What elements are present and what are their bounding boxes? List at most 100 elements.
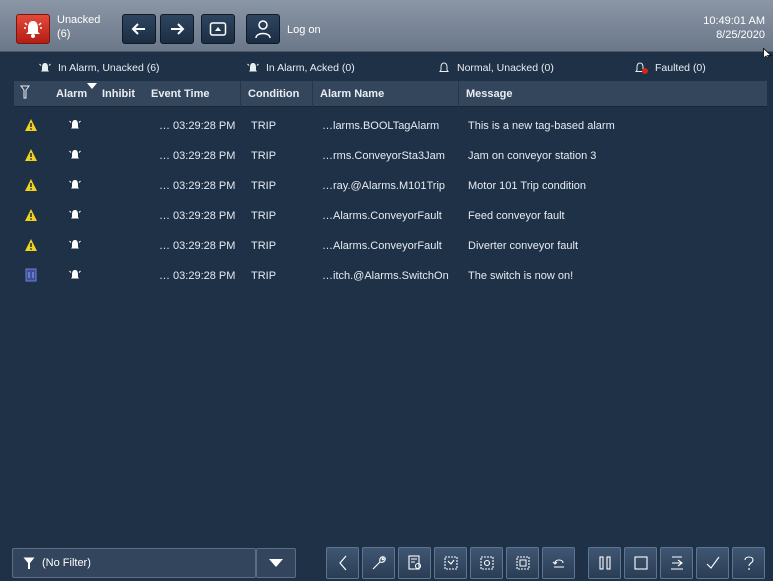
unacked-label: Unacked bbox=[57, 14, 101, 26]
settings-button[interactable] bbox=[362, 547, 395, 579]
column-inhibit[interactable]: Inhibit bbox=[102, 88, 135, 100]
details-button[interactable] bbox=[398, 547, 431, 579]
event-time: … 03:29:28 PM bbox=[159, 240, 236, 252]
column-alarm-name[interactable]: Alarm Name bbox=[320, 88, 384, 100]
shelve-button[interactable] bbox=[660, 547, 693, 579]
info-severity-icon bbox=[25, 268, 37, 282]
alarm-row[interactable]: … 03:29:28 PM TRIP …Alarms.ConveyorFault… bbox=[14, 231, 767, 261]
bell-acked-icon bbox=[247, 63, 259, 72]
warning-triangle-icon bbox=[25, 149, 37, 161]
arrow-left-icon bbox=[131, 23, 145, 35]
select-all-icon bbox=[515, 556, 530, 570]
chevron-down-icon bbox=[269, 559, 283, 567]
bell-alarm-icon bbox=[69, 270, 81, 279]
event-time: … 03:29:28 PM bbox=[159, 270, 236, 282]
wrench-icon bbox=[372, 556, 386, 570]
condition: TRIP bbox=[251, 210, 277, 222]
column-divider bbox=[240, 81, 241, 107]
unacked-number: (6) bbox=[57, 28, 71, 40]
display-button[interactable] bbox=[201, 14, 235, 44]
summary-normal-unacked-label: Normal, Unacked (0) bbox=[457, 62, 554, 74]
alarm-row[interactable]: … 03:29:28 PM TRIP …Alarms.ConveyorFault… bbox=[14, 201, 767, 231]
column-message[interactable]: Message bbox=[466, 88, 512, 100]
alarm-row[interactable]: … 03:29:28 PM TRIP …ray.@Alarms.M101Trip… bbox=[14, 171, 767, 201]
previous-page-button[interactable] bbox=[326, 547, 359, 579]
arrow-right-icon bbox=[171, 23, 185, 35]
bell-unacked-icon bbox=[39, 63, 51, 72]
condition: TRIP bbox=[251, 150, 277, 162]
event-time: … 03:29:28 PM bbox=[159, 180, 236, 192]
message: Feed conveyor fault bbox=[468, 210, 565, 222]
acknowledge-button[interactable] bbox=[696, 547, 729, 579]
warning-triangle-icon bbox=[25, 179, 37, 191]
filter-column-icon[interactable] bbox=[20, 85, 30, 99]
alarm-list: … 03:29:28 PM TRIP …larms.BOOLTagAlarm T… bbox=[14, 111, 767, 291]
acknowledge-selected-button[interactable] bbox=[434, 547, 467, 579]
summary-in-alarm-acked[interactable]: In Alarm, Acked (0) bbox=[246, 61, 355, 75]
alarm-name: …ray.@Alarms.M101Trip bbox=[322, 180, 446, 192]
pause-icon bbox=[598, 556, 611, 570]
condition: TRIP bbox=[251, 120, 277, 132]
summary-in-alarm-acked-label: In Alarm, Acked (0) bbox=[266, 62, 355, 74]
column-event-time[interactable]: Event Time bbox=[151, 88, 210, 100]
condition: TRIP bbox=[251, 240, 277, 252]
alarm-name: …Alarms.ConveyorFault bbox=[322, 210, 442, 222]
column-alarm[interactable]: Alarm bbox=[56, 88, 87, 100]
bell-alarm-icon bbox=[69, 240, 81, 249]
footer-toolbar: (No Filter) bbox=[0, 542, 773, 581]
bell-alarm-icon bbox=[69, 210, 81, 219]
reset-button[interactable] bbox=[542, 547, 575, 579]
reset-icon bbox=[552, 559, 564, 568]
summary-in-alarm-unacked[interactable]: In Alarm, Unacked (6) bbox=[38, 61, 160, 75]
alarm-summary-bar: In Alarm, Unacked (6) In Alarm, Acked (0… bbox=[0, 57, 773, 79]
clock: 10:49:01 AM 8/25/2020 bbox=[703, 14, 765, 42]
event-time: … 03:29:28 PM bbox=[159, 210, 236, 222]
stop-icon bbox=[633, 556, 648, 570]
stop-button[interactable] bbox=[624, 547, 657, 579]
back-button[interactable] bbox=[122, 14, 156, 44]
bell-alarm-icon bbox=[69, 120, 81, 129]
message: Jam on conveyor station 3 bbox=[468, 150, 597, 162]
clock-date: 8/25/2020 bbox=[716, 29, 765, 41]
summary-in-alarm-unacked-label: In Alarm, Unacked (6) bbox=[58, 62, 160, 74]
alarm-row[interactable]: … 03:29:28 PM TRIP …itch.@Alarms.SwitchO… bbox=[14, 261, 767, 291]
forward-button[interactable] bbox=[160, 14, 194, 44]
summary-faulted-label: Faulted (0) bbox=[655, 62, 706, 74]
chevron-left-icon bbox=[338, 555, 346, 571]
acknowledge-all-button[interactable] bbox=[506, 547, 539, 579]
alarm-name: …itch.@Alarms.SwitchOn bbox=[322, 270, 449, 282]
condition: TRIP bbox=[251, 180, 277, 192]
summary-faulted[interactable]: Faulted (0) bbox=[633, 61, 706, 75]
alarm-row[interactable]: … 03:29:28 PM TRIP …larms.BOOLTagAlarm T… bbox=[14, 111, 767, 141]
logon-button[interactable] bbox=[246, 14, 280, 44]
alarm-status-button[interactable] bbox=[16, 14, 50, 44]
pause-button[interactable] bbox=[588, 547, 621, 579]
bell-alarm-icon bbox=[69, 150, 81, 159]
help-button[interactable] bbox=[732, 547, 765, 579]
bell-alarm-icon bbox=[24, 21, 42, 38]
bell-faulted-icon bbox=[635, 62, 648, 74]
column-condition[interactable]: Condition bbox=[248, 88, 299, 100]
alarm-name: …rms.ConveyorSta3Jam bbox=[322, 150, 445, 162]
filter-icon bbox=[23, 557, 35, 569]
question-mark-icon bbox=[743, 556, 754, 570]
filter-select[interactable]: (No Filter) bbox=[12, 548, 256, 578]
alarm-row[interactable]: … 03:29:28 PM TRIP …rms.ConveyorSta3Jam … bbox=[14, 141, 767, 171]
sort-descending-icon bbox=[87, 83, 97, 89]
bell-outline-icon bbox=[439, 62, 449, 72]
user-icon bbox=[255, 20, 271, 39]
message: Diverter conveyor fault bbox=[468, 240, 579, 252]
column-divider bbox=[312, 81, 313, 107]
alarm-name: …larms.BOOLTagAlarm bbox=[322, 120, 440, 132]
select-ack-icon bbox=[443, 556, 458, 570]
warning-triangle-icon bbox=[25, 209, 37, 221]
warning-triangle-icon bbox=[25, 239, 37, 251]
acknowledge-page-button[interactable] bbox=[470, 547, 503, 579]
column-divider bbox=[458, 81, 459, 107]
condition: TRIP bbox=[251, 270, 277, 282]
summary-normal-unacked[interactable]: Normal, Unacked (0) bbox=[437, 61, 554, 75]
unacked-count: Unacked (6) bbox=[57, 13, 100, 41]
filter-dropdown-button[interactable] bbox=[256, 548, 296, 578]
event-time: … 03:29:28 PM bbox=[159, 120, 236, 132]
column-header: Alarm Inhibit Event Time Condition Alarm… bbox=[14, 81, 767, 107]
